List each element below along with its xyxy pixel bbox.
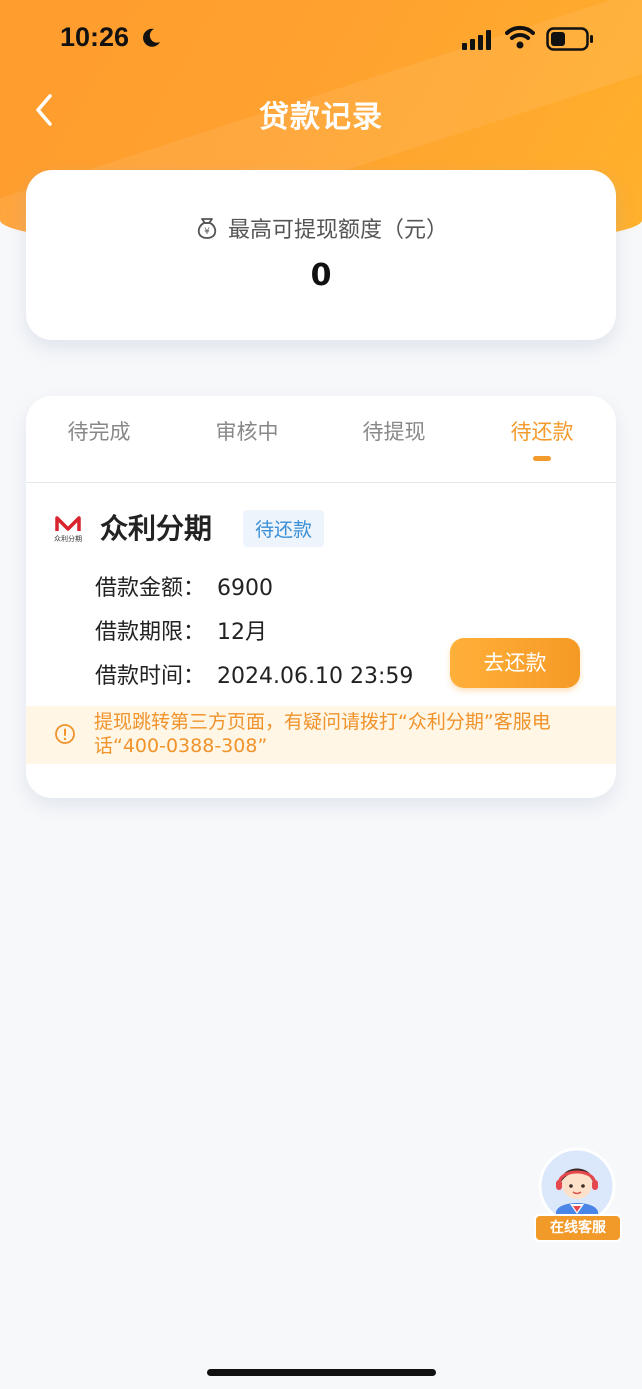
tab-pending-withdrawal[interactable]: 待提现 (334, 416, 454, 446)
term-label: 借款期限： (95, 620, 206, 645)
online-support-button[interactable]: 在线客服 (530, 1146, 624, 1246)
tab-pending-complete[interactable]: 待完成 (39, 416, 159, 446)
time-label: 借款时间： (95, 664, 206, 689)
time-row: 借款时间： 2024.06.10 23:59 (95, 658, 413, 690)
term-row: 借款期限： 12月 (95, 614, 267, 646)
repay-button[interactable]: 去还款 (450, 638, 580, 688)
brand-logo-mark-icon: 众利分期 (54, 516, 82, 543)
notice-banner: 提现跳转第三方页面，有疑问请拨打“众利分期”客服电话“400-0388-308” (26, 706, 616, 764)
page-title: 贷款记录 (259, 100, 383, 135)
amount-value: 6900 (217, 576, 273, 601)
moon-icon (143, 28, 160, 47)
tab-label: 待完成 (67, 420, 131, 444)
tab-label: 待还款 (510, 420, 574, 444)
money-bag-icon: ¥ (197, 218, 217, 239)
tab-pending-repayment[interactable]: 待还款 (482, 416, 602, 461)
quota-value: 0 (310, 258, 332, 293)
tab-label: 待提现 (362, 420, 426, 444)
home-indicator[interactable] (207, 1369, 436, 1376)
brand-name: 众利分期 (100, 512, 213, 545)
quota-label: 最高可提现额度（元） (227, 218, 448, 243)
status-badge: 待还款 (243, 510, 325, 547)
wifi-icon (505, 25, 535, 49)
amount-label: 借款金额： (95, 576, 206, 601)
tab-label: 审核中 (215, 420, 279, 444)
notice-text: 提现跳转第三方页面，有疑问请拨打“众利分期”客服电话“400-0388-308” (94, 711, 551, 757)
support-label: 在线客服 (534, 1214, 622, 1242)
status-time: 10:26 (60, 22, 130, 52)
brand-logo: 众利分期 (54, 515, 82, 547)
quota-label-row: ¥ 最高可提现额度（元） (26, 212, 616, 244)
quota-card: ¥ 最高可提现额度（元） 0 (26, 170, 616, 340)
svg-text:¥: ¥ (204, 227, 210, 237)
active-tab-indicator (533, 456, 551, 461)
loan-item: 众利分期 众利分期 待还款 借款金额： 6900 借款期限： 12月 借款时间： 20… (26, 483, 616, 798)
tab-bar: 待完成 审核中 待提现 待还款 (26, 396, 616, 483)
info-icon (55, 724, 75, 744)
battery-icon (546, 27, 593, 51)
amount-row: 借款金额： 6900 (95, 570, 273, 602)
svg-text:众利分期: 众利分期 (54, 534, 82, 543)
time-value: 2024.06.10 23:59 (217, 664, 414, 689)
records-card: 待完成 审核中 待提现 待还款 众利分期 众利分期 待还款 借款金额： 6900 … (26, 396, 616, 798)
status-bar: 10:26 (0, 0, 642, 78)
signal-icon (462, 30, 491, 50)
term-value: 12月 (217, 620, 267, 645)
nav-bar: 贷款记录 (0, 78, 642, 146)
tab-under-review[interactable]: 审核中 (187, 416, 307, 446)
